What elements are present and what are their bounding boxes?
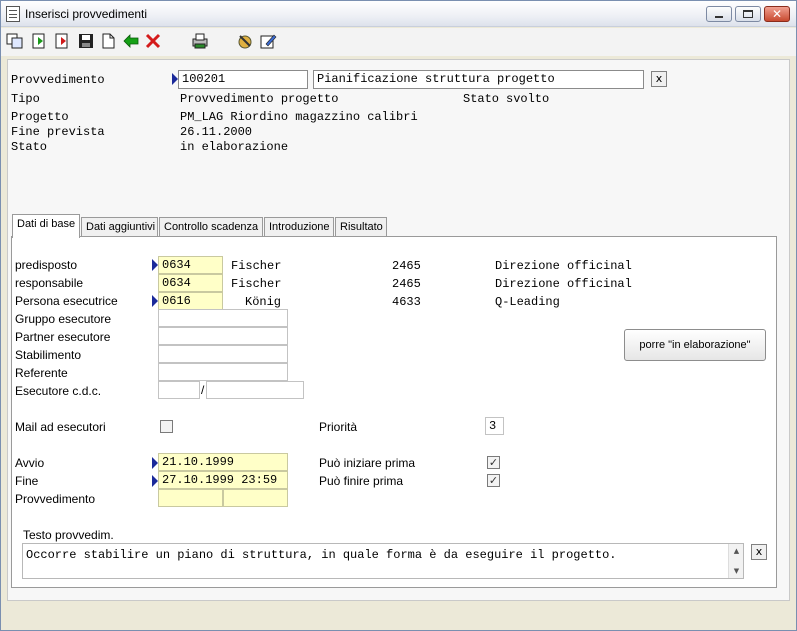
stabilimento-field[interactable] [158, 345, 288, 363]
toolbar [1, 28, 796, 56]
progetto-label: Progetto [11, 110, 69, 124]
predisposto-department: Direzione officinal [495, 259, 632, 273]
title-bar: Inserisci provvedimenti ✕ [1, 1, 796, 27]
cdc-separator: / [201, 383, 205, 397]
puo-finire-prima-checkbox[interactable]: ✓ [487, 474, 500, 487]
referente-label: Referente [15, 366, 68, 380]
puo-finire-prima-label: Può finire prima [319, 474, 404, 488]
window-title: Inserisci provvedimenti [25, 7, 148, 21]
clear-button[interactable]: x [651, 71, 667, 87]
provvedimento-field-2[interactable] [223, 489, 288, 507]
stato-top-label: Stato [463, 92, 500, 106]
tipo-value: Provvedimento progetto [180, 92, 339, 106]
esecutore-cdc-field-1[interactable] [158, 381, 200, 399]
clear-text-button[interactable]: x [751, 544, 767, 560]
app-window: Inserisci provvedimenti ✕ Provvedimento … [0, 0, 797, 631]
persona-esecutrice-name: König [245, 295, 282, 309]
gruppo-esecutore-label: Gruppo esecutore [15, 312, 112, 326]
esecutore-cdc-label: Esecutore c.d.c. [15, 384, 102, 398]
new-record-icon[interactable] [30, 32, 48, 50]
partner-esecutore-field[interactable] [158, 327, 288, 345]
minimize-button[interactable] [706, 6, 732, 22]
priorita-label: Priorità [319, 420, 358, 434]
provvedimento-number-field[interactable]: 100201 [178, 70, 308, 89]
responsabile-label: responsabile [15, 276, 84, 290]
textarea-scrollbar[interactable]: ▲ ▼ [728, 544, 743, 578]
stato-label: Stato [11, 140, 48, 154]
predisposto-name: Fischer [231, 259, 282, 273]
maximize-button[interactable] [735, 6, 761, 22]
blank-page-icon[interactable] [99, 32, 117, 50]
priorita-field[interactable]: 3 [485, 417, 504, 435]
provvedimento-label: Provvedimento [11, 73, 105, 87]
cancel-icon[interactable] [144, 32, 162, 50]
fine-prevista-value: 26.11.2000 [180, 125, 253, 139]
scroll-down-icon[interactable]: ▼ [729, 565, 744, 577]
responsabile-number: 2465 [392, 277, 421, 291]
predisposto-number: 2465 [392, 259, 421, 273]
stato-top-value: svolto [506, 92, 550, 106]
puo-iniziare-prima-label: Può iniziare prima [319, 456, 416, 470]
progetto-value: PM_LAG Riordino magazzino calibri [180, 110, 418, 124]
tab-controllo-scadenza[interactable]: Controllo scadenza [159, 217, 263, 237]
mail-ad-esecutori-checkbox[interactable] [160, 420, 173, 433]
fine-prevista-label: Fine prevista [11, 125, 105, 139]
print-icon[interactable] [191, 32, 209, 50]
testo-provvedimento-label: Testo provvedim. [23, 528, 114, 542]
responsabile-name: Fischer [231, 277, 282, 291]
responsabile-code-field[interactable]: 0634 [158, 274, 223, 292]
fine-date-field[interactable]: 27.10.1999 23:59 [158, 471, 288, 489]
save-icon[interactable] [77, 32, 95, 50]
provvedimento-field-1[interactable] [158, 489, 223, 507]
avvio-date-field[interactable]: 21.10.1999 [158, 453, 288, 471]
tipo-label: Tipo [11, 92, 40, 106]
edit-form-icon[interactable] [259, 32, 277, 50]
provvedimento-description-field[interactable]: Pianificazione struttura progetto [313, 70, 644, 89]
copy-icon[interactable] [6, 32, 24, 50]
testo-provvedimento-text: Occorre stabilire un piano di struttura,… [26, 548, 617, 562]
porre-in-elaborazione-button[interactable]: porre "in elaborazione" [624, 329, 766, 361]
puo-iniziare-prima-checkbox[interactable]: ✓ [487, 456, 500, 469]
tab-dati-di-base[interactable]: Dati di base [12, 214, 80, 238]
tab-dati-aggiuntivi[interactable]: Dati aggiuntivi [81, 217, 158, 237]
predisposto-label: predisposto [15, 258, 78, 272]
gruppo-esecutore-field[interactable] [158, 309, 288, 327]
stato-value: in elaborazione [180, 140, 289, 154]
tools-icon[interactable] [236, 32, 254, 50]
avvio-label: Avvio [15, 456, 45, 470]
persona-esecutrice-number: 4633 [392, 295, 421, 309]
scroll-up-icon[interactable]: ▲ [729, 545, 744, 557]
back-arrow-icon[interactable] [122, 32, 140, 50]
fine-label: Fine [15, 474, 39, 488]
persona-esecutrice-department: Q-Leading [495, 295, 560, 309]
provvedimento-row-label: Provvedimento [15, 492, 96, 506]
esecutore-cdc-field-2[interactable] [206, 381, 304, 399]
status-bar [7, 605, 790, 625]
persona-esecutrice-code-field[interactable]: 0616 [158, 292, 223, 310]
app-icon [6, 6, 20, 22]
partner-esecutore-label: Partner esecutore [15, 330, 111, 344]
tab-risultato[interactable]: Risultato [335, 217, 387, 237]
mail-ad-esecutori-label: Mail ad esecutori [15, 420, 106, 434]
close-button[interactable]: ✕ [764, 6, 790, 22]
persona-esecutrice-label: Persona esecutrice [15, 294, 118, 308]
delete-record-icon[interactable] [53, 32, 71, 50]
predisposto-code-field[interactable]: 0634 [158, 256, 223, 274]
tab-introduzione[interactable]: Introduzione [264, 217, 334, 237]
referente-field[interactable] [158, 363, 288, 381]
stabilimento-label: Stabilimento [15, 348, 82, 362]
testo-provvedimento-textarea[interactable]: Occorre stabilire un piano di struttura,… [22, 543, 744, 579]
responsabile-department: Direzione officinal [495, 277, 632, 291]
